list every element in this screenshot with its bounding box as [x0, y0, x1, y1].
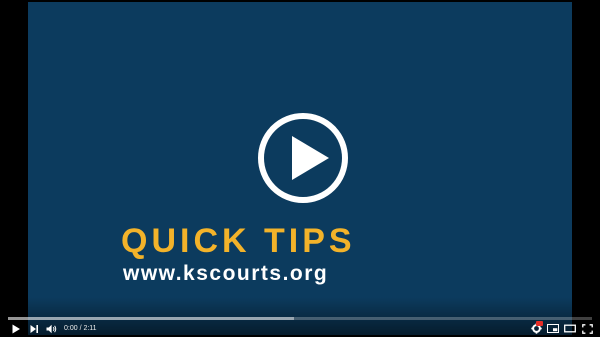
play-button[interactable] — [10, 322, 22, 335]
time-display: 0:00 / 2:11 — [64, 323, 97, 334]
theater-mode-icon — [564, 324, 576, 333]
next-icon — [30, 324, 38, 333]
player-controls: 0:00 / 2:11 — [0, 320, 600, 337]
miniplayer-button[interactable] — [546, 322, 560, 335]
play-circle-icon — [258, 113, 348, 203]
video-player[interactable]: QUICK TIPS www.kscourts.org 0:00 / 2:11 — [0, 0, 600, 337]
settings-button[interactable] — [529, 321, 543, 335]
video-url-text: www.kscourts.org — [123, 262, 329, 285]
current-time: 0:00 — [64, 325, 78, 332]
mute-button[interactable] — [45, 322, 59, 335]
miniplayer-icon — [547, 324, 559, 333]
video-title-text: QUICK TIPS — [121, 222, 356, 260]
hd-badge — [536, 321, 543, 326]
duration: 2:11 — [83, 325, 97, 332]
theater-mode-button[interactable] — [563, 322, 577, 335]
fullscreen-button[interactable] — [580, 322, 594, 335]
big-play-button[interactable] — [257, 112, 349, 204]
fullscreen-icon — [581, 323, 593, 334]
play-icon — [12, 324, 20, 333]
next-button[interactable] — [28, 322, 40, 335]
volume-icon — [46, 324, 57, 333]
